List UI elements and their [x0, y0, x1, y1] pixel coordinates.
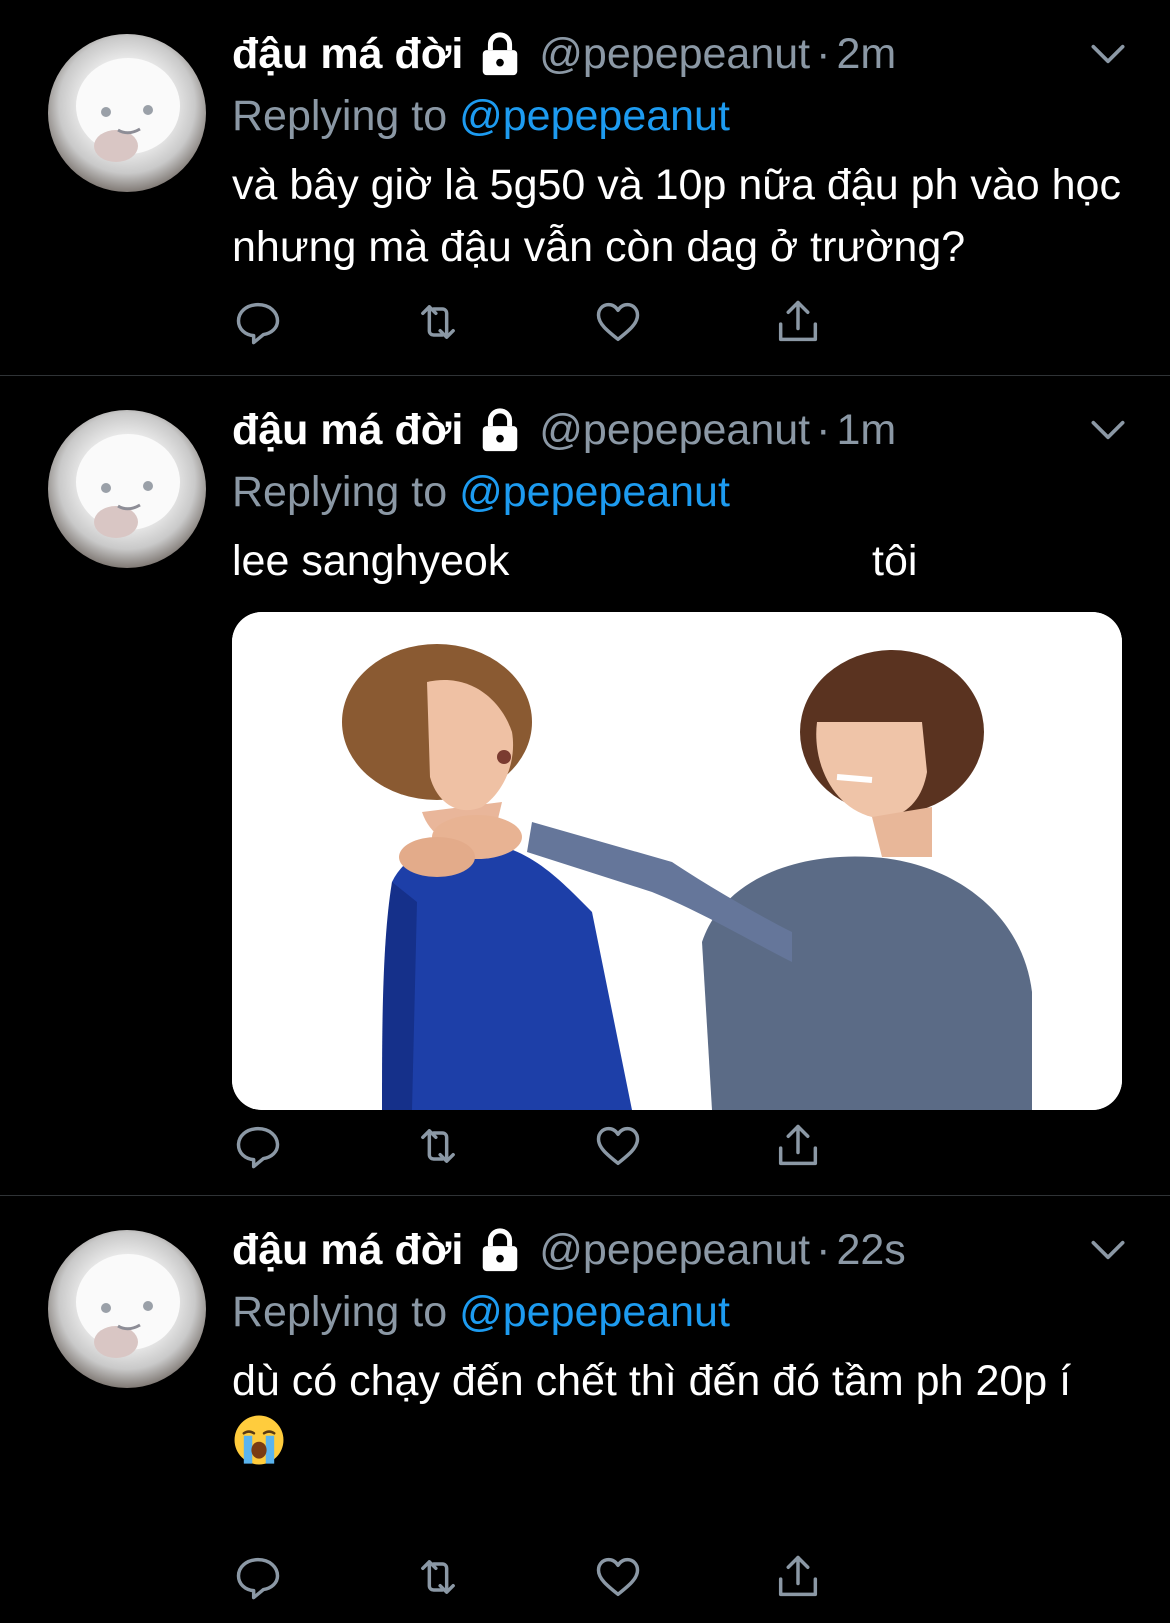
lock-icon	[483, 408, 518, 452]
retweet-button[interactable]	[412, 1118, 592, 1174]
photo-image	[232, 612, 1122, 1110]
reply-mention-link[interactable]: @pepepeanut	[459, 1288, 730, 1336]
share-button[interactable]	[772, 1118, 952, 1174]
retweet-icon	[421, 1129, 455, 1163]
tweet[interactable]: đậu má đời @pepepeanut · 22s Replying to…	[0, 1196, 1170, 1623]
replying-to: Replying to @pepepeanut	[232, 1282, 1130, 1342]
tweet[interactable]: đậu má đời @pepepeanut · 1m Replying to …	[0, 376, 1170, 1196]
tweet-header: đậu má đời @pepepeanut · 22s	[232, 1218, 1130, 1282]
share-icon	[778, 1124, 818, 1166]
reply-icon	[236, 302, 280, 345]
avatar[interactable]	[48, 34, 206, 192]
replying-to-label: Replying to	[232, 468, 448, 516]
tweet-photo[interactable]	[232, 612, 1122, 1110]
reply-button[interactable]	[232, 1549, 412, 1605]
reply-mention-link[interactable]: @pepepeanut	[459, 468, 730, 516]
retweet-icon	[421, 1560, 455, 1594]
timestamp[interactable]: 22s	[836, 1218, 905, 1282]
tweet-text-right: tôi	[872, 537, 918, 585]
replying-to: Replying to @pepepeanut	[232, 86, 1130, 146]
handle[interactable]: @pepepeanut	[539, 22, 810, 86]
handle[interactable]: @pepepeanut	[539, 1218, 810, 1282]
tweet-text: lee sanghyeok tôi	[232, 530, 1130, 592]
tweet-content: đậu má đời @pepepeanut · 22s Replying to…	[232, 1218, 1130, 1474]
handle[interactable]: @pepepeanut	[539, 398, 810, 462]
chevron-down-icon[interactable]	[1086, 1228, 1130, 1272]
retweet-button[interactable]	[412, 294, 592, 350]
reply-icon	[236, 1557, 280, 1600]
share-button[interactable]	[772, 294, 952, 350]
like-icon	[596, 1126, 640, 1166]
display-name[interactable]: đậu má đời	[232, 22, 463, 86]
share-icon	[778, 300, 818, 342]
replying-to: Replying to @pepepeanut	[232, 462, 1130, 522]
chevron-down-icon[interactable]	[1086, 32, 1130, 76]
separator-dot: ·	[816, 406, 831, 454]
chevron-down-icon[interactable]	[1086, 408, 1130, 452]
share-icon	[778, 1555, 818, 1597]
avatar-image	[76, 434, 180, 538]
share-button[interactable]	[772, 1549, 952, 1605]
avatar-image	[76, 1254, 180, 1358]
timestamp[interactable]: 1m	[836, 398, 896, 462]
reply-button[interactable]	[232, 294, 412, 350]
timestamp[interactable]: 2m	[836, 22, 896, 86]
tweet-text-left: lee sanghyeok	[232, 537, 510, 585]
separator-dot: ·	[816, 30, 831, 78]
replying-to-label: Replying to	[232, 1288, 448, 1336]
retweet-button[interactable]	[412, 1549, 592, 1605]
display-name[interactable]: đậu má đời	[232, 1218, 463, 1282]
retweet-icon	[421, 305, 455, 339]
loudly-crying-face-icon	[234, 1415, 284, 1465]
tweet-actions	[232, 1549, 952, 1605]
tweet-text-body: dù có chạy đến chết thì đến đó tầm ph 20…	[232, 1357, 1072, 1405]
separator-dot: ·	[816, 1226, 831, 1274]
tweet-header: đậu má đời @pepepeanut · 1m	[232, 398, 1130, 462]
tweet-actions	[232, 294, 952, 350]
reply-icon	[236, 1126, 280, 1169]
like-button[interactable]	[592, 1118, 772, 1174]
avatar-image	[76, 58, 180, 162]
tweet-text: và bây giờ là 5g50 và 10p nữa đậu ph vào…	[232, 161, 1121, 271]
avatar[interactable]	[48, 1230, 206, 1388]
replying-to-label: Replying to	[232, 92, 448, 140]
tweet-text: dù có chạy đến chết thì đến đó tầm ph 20…	[232, 1350, 1130, 1474]
tweet-content: đậu má đời @pepepeanut · 1m Replying to …	[232, 398, 1130, 1110]
like-button[interactable]	[592, 294, 772, 350]
tweet-actions	[232, 1118, 952, 1174]
like-icon	[596, 302, 640, 342]
reply-button[interactable]	[232, 1118, 412, 1174]
like-button[interactable]	[592, 1549, 772, 1605]
tweet-header: đậu má đời @pepepeanut · 2m	[232, 22, 1130, 86]
avatar[interactable]	[48, 410, 206, 568]
lock-icon	[483, 1228, 518, 1272]
tweet-content: đậu má đời @pepepeanut · 2m Replying to …	[232, 22, 1130, 278]
lock-icon	[483, 32, 518, 76]
tweet[interactable]: đậu má đời @pepepeanut · 2m Replying to …	[0, 0, 1170, 376]
reply-mention-link[interactable]: @pepepeanut	[459, 92, 730, 140]
display-name[interactable]: đậu má đời	[232, 398, 463, 462]
like-icon	[596, 1557, 640, 1597]
